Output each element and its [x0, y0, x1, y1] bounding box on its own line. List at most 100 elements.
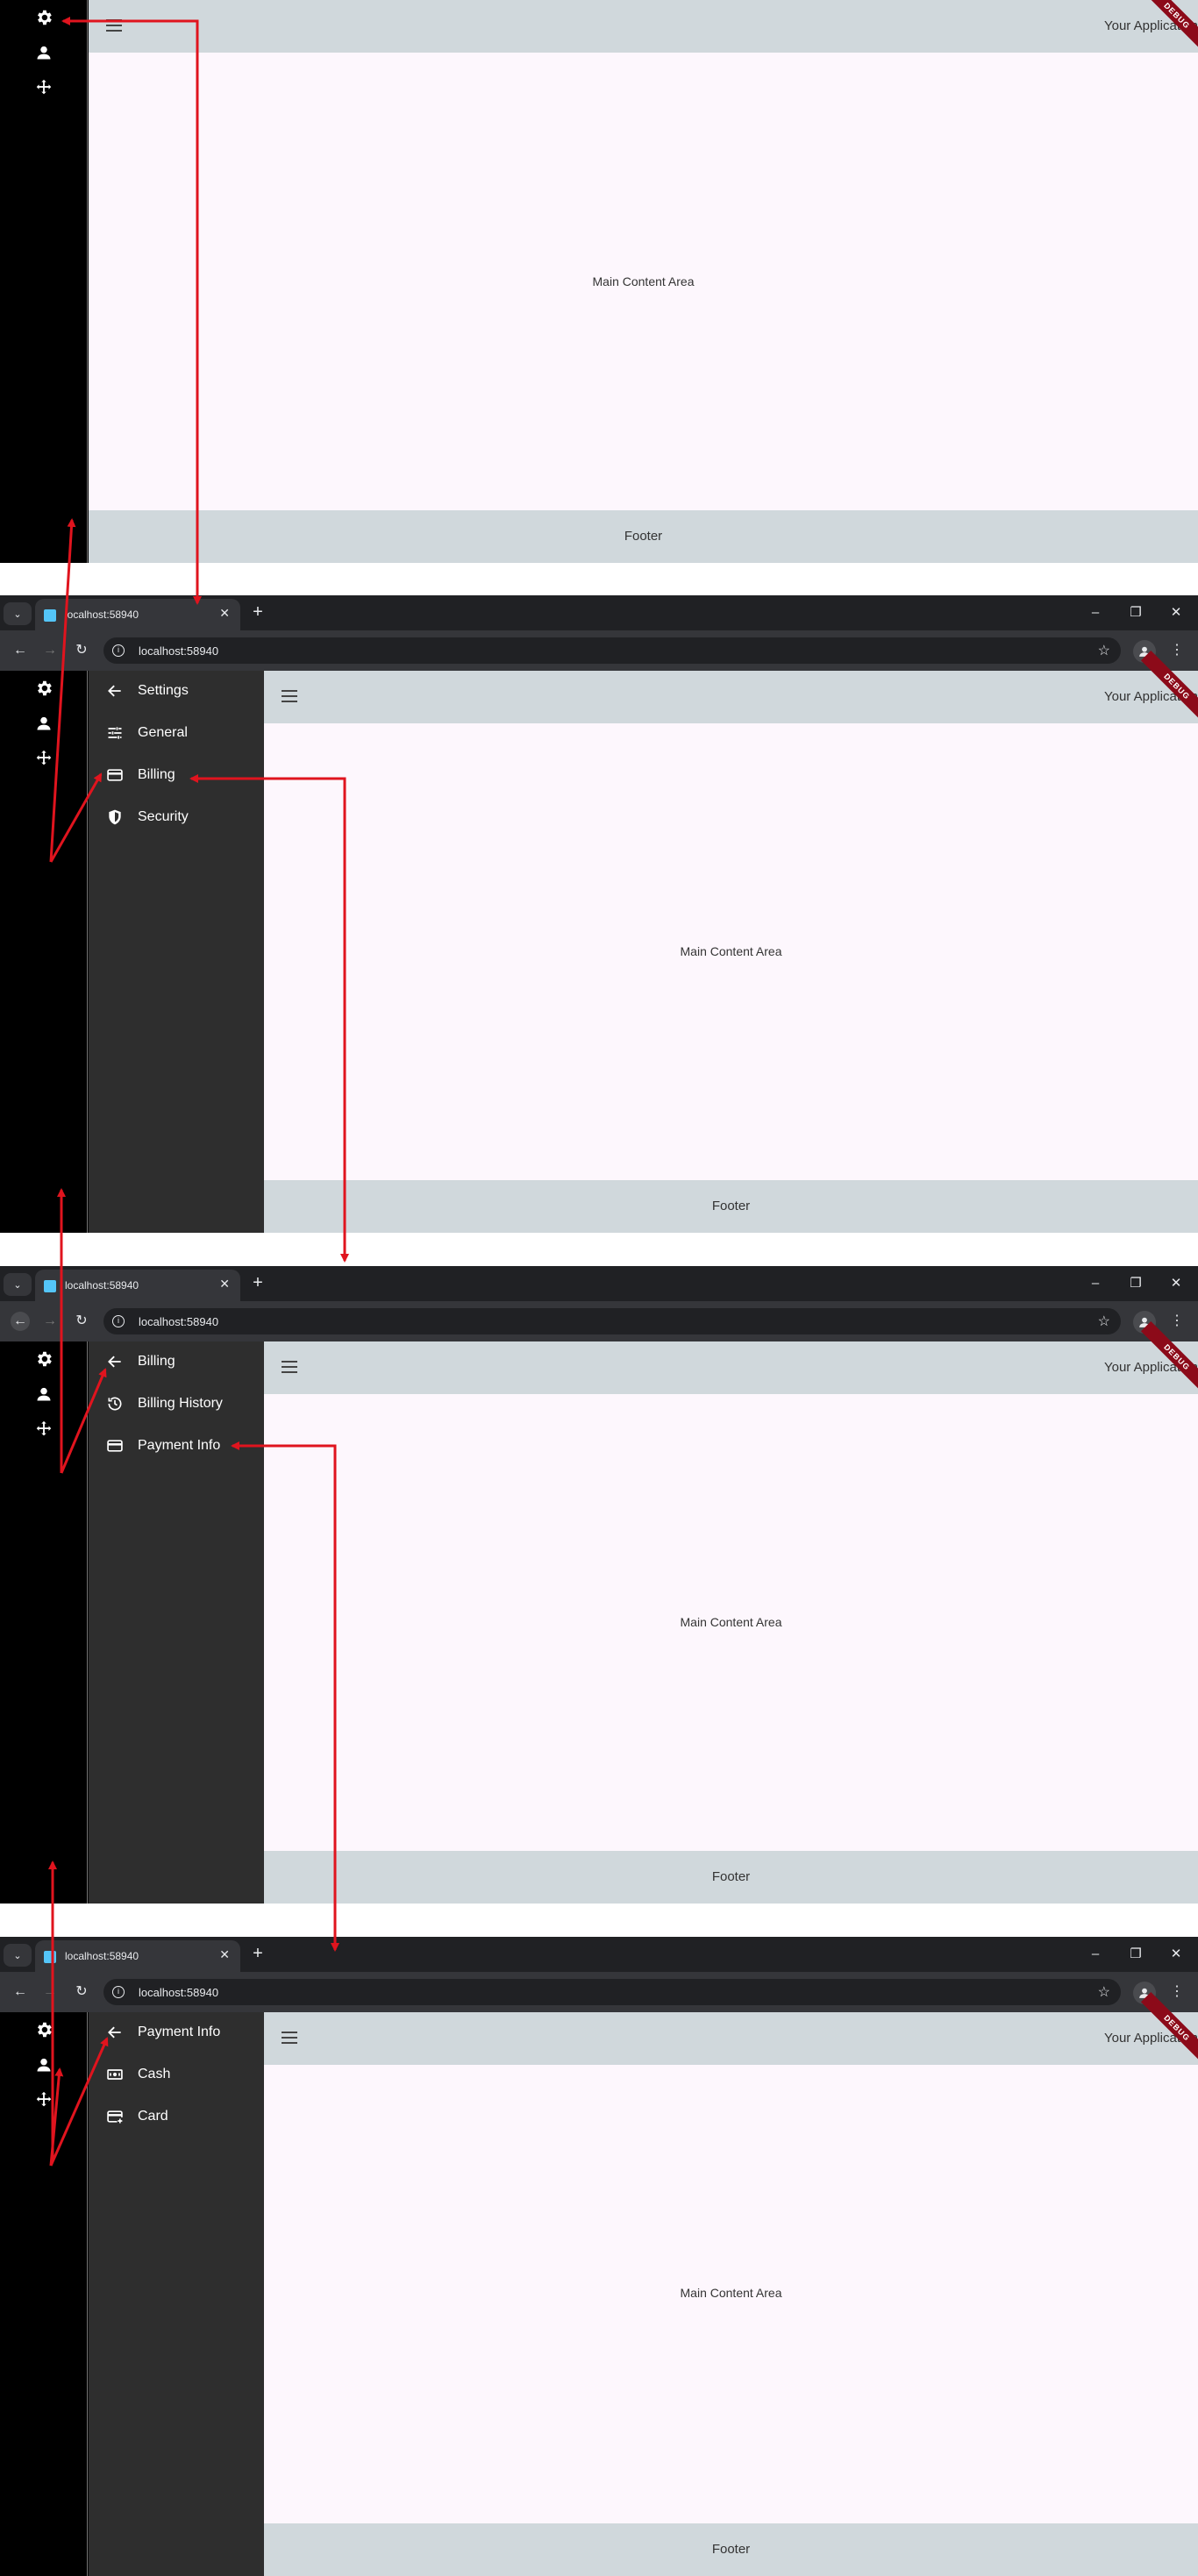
menu-icon[interactable] [282, 690, 297, 702]
move-icon[interactable] [33, 1419, 54, 1440]
tab-title: localhost:58940 [65, 608, 139, 621]
arrow-back-icon [104, 2022, 125, 2043]
back-icon[interactable]: ← [11, 1982, 30, 2002]
menu-icon[interactable] [282, 2032, 297, 2044]
app-bar: Your Application DEBUG [89, 0, 1198, 53]
panel-back-button[interactable]: Payment Info [104, 2020, 220, 2045]
close-window-icon[interactable]: ✕ [1166, 1946, 1186, 1963]
person-icon[interactable] [33, 2054, 54, 2075]
content-area: Your Application DEBUG Main Content Area… [264, 650, 1198, 1233]
restore-icon[interactable]: ❐ [1126, 1946, 1145, 1963]
gear-icon[interactable] [33, 678, 54, 699]
panel-item-label: Billing History [138, 1396, 223, 1411]
tab-search-button[interactable]: ⌄ [4, 1944, 32, 1967]
bookmark-star-icon[interactable]: ☆ [1098, 1313, 1110, 1330]
app-bar: Your Application DEBUG [264, 650, 1198, 723]
panel-item-label: General [138, 725, 188, 740]
bookmark-star-icon[interactable]: ☆ [1098, 642, 1110, 659]
tab-search-button[interactable]: ⌄ [4, 602, 32, 625]
site-info-icon[interactable]: i [112, 644, 125, 657]
screenshot-3: ⌄ localhost:58940 ✕ + – ❐ ✕ ← → ↻ i loca… [0, 1266, 1198, 1904]
move-icon[interactable] [33, 2089, 54, 2110]
reload-icon[interactable]: ↻ [72, 641, 91, 660]
browser-tab[interactable]: localhost:58940 ✕ [35, 1270, 240, 1301]
content-area: Your Application DEBUG Main Content Area… [264, 1320, 1198, 1904]
history-icon [104, 1393, 125, 1414]
gear-icon[interactable] [33, 2019, 54, 2040]
browser-tab-strip: ⌄ localhost:58940 ✕ + – ❐ ✕ [0, 1937, 1198, 1972]
browser-tab[interactable]: localhost:58940 ✕ [35, 599, 240, 630]
browser-tab-strip: ⌄ localhost:58940 ✕ + – ❐ ✕ [0, 595, 1198, 630]
more-menu-icon[interactable]: ⋮ [1168, 1982, 1186, 2000]
close-tab-icon[interactable]: ✕ [219, 606, 230, 621]
forward-icon[interactable]: → [40, 1312, 60, 1331]
nav-rail [0, 0, 88, 563]
site-info-icon[interactable]: i [112, 1315, 125, 1327]
minimize-icon[interactable]: – [1086, 1946, 1105, 1963]
more-menu-icon[interactable]: ⋮ [1168, 1312, 1186, 1329]
chevron-down-icon: ⌄ [13, 1950, 22, 1961]
close-tab-icon[interactable]: ✕ [219, 1277, 230, 1292]
flutter-favicon-icon [44, 1951, 56, 1963]
person-icon[interactable] [33, 1384, 54, 1405]
add-card-icon [104, 2106, 125, 2127]
address-bar: ← → ↻ i localhost:58940 ☆ ⋮ [0, 1972, 1198, 2012]
more-menu-icon[interactable]: ⋮ [1168, 641, 1186, 658]
menu-icon[interactable] [106, 19, 122, 32]
close-tab-icon[interactable]: ✕ [219, 1947, 230, 1962]
reload-icon[interactable]: ↻ [72, 1312, 91, 1331]
panel-item-billing-history[interactable]: Billing History [104, 1391, 223, 1416]
browser-tab[interactable]: localhost:58940 ✕ [35, 1940, 240, 1972]
gear-icon[interactable] [33, 7, 54, 28]
bookmark-star-icon[interactable]: ☆ [1098, 1983, 1110, 2001]
close-window-icon[interactable]: ✕ [1166, 1275, 1186, 1292]
address-bar: ← → ↻ i localhost:58940 ☆ ⋮ [0, 630, 1198, 671]
panel-item-general[interactable]: General [104, 721, 188, 745]
panel-item-payment-info[interactable]: Payment Info [104, 1434, 220, 1458]
reload-icon[interactable]: ↻ [72, 1982, 91, 2002]
app-frame: Billing Billing History Payment Info You… [0, 1320, 1198, 1904]
panel-item-cash[interactable]: Cash [104, 2062, 170, 2087]
panel-item-billing[interactable]: Billing [104, 763, 175, 787]
tab-search-button[interactable]: ⌄ [4, 1273, 32, 1296]
panel-item-card[interactable]: Card [104, 2104, 168, 2129]
tab-title: localhost:58940 [65, 1279, 139, 1292]
restore-icon[interactable]: ❐ [1126, 604, 1145, 622]
billing-panel: Billing Billing History Payment Info [89, 1341, 264, 1904]
footer: Footer [264, 1180, 1198, 1233]
restore-icon[interactable]: ❐ [1126, 1275, 1145, 1292]
forward-icon[interactable]: → [40, 641, 60, 660]
panel-item-security[interactable]: Security [104, 805, 189, 829]
browser-tab-strip: ⌄ localhost:58940 ✕ + – ❐ ✕ [0, 1266, 1198, 1301]
new-tab-button[interactable]: + [247, 602, 268, 623]
person-icon[interactable] [33, 713, 54, 734]
main-content-label: Main Content Area [680, 1615, 782, 1629]
nav-rail [0, 2012, 88, 2576]
move-icon[interactable] [33, 748, 54, 769]
url-text: localhost:58940 [139, 1986, 219, 1999]
main-content-label: Main Content Area [592, 274, 695, 288]
close-window-icon[interactable]: ✕ [1166, 604, 1186, 622]
panel-back-button[interactable]: Settings [104, 679, 189, 703]
credit-card-icon [104, 1435, 125, 1456]
panel-item-label: Security [138, 809, 189, 824]
url-field[interactable]: i localhost:58940 ☆ [103, 1979, 1121, 2005]
minimize-icon[interactable]: – [1086, 1275, 1105, 1292]
minimize-icon[interactable]: – [1086, 604, 1105, 622]
person-icon[interactable] [33, 42, 54, 63]
new-tab-button[interactable]: + [247, 1944, 268, 1965]
url-field[interactable]: i localhost:58940 ☆ [103, 1308, 1121, 1334]
url-field[interactable]: i localhost:58940 ☆ [103, 637, 1121, 664]
menu-icon[interactable] [282, 1361, 297, 1373]
new-tab-button[interactable]: + [247, 1273, 268, 1294]
back-icon[interactable]: ← [11, 1312, 30, 1331]
panel-back-button[interactable]: Billing [104, 1349, 175, 1374]
back-icon[interactable]: ← [11, 641, 30, 660]
panel-header: Billing [138, 1354, 175, 1369]
site-info-icon[interactable]: i [112, 1986, 125, 1998]
flutter-favicon-icon [44, 609, 56, 622]
forward-icon[interactable]: → [40, 1982, 60, 2002]
app-frame: Payment Info Cash Card Your Application … [0, 1991, 1198, 2576]
gear-icon[interactable] [33, 1348, 54, 1370]
move-icon[interactable] [33, 77, 54, 98]
